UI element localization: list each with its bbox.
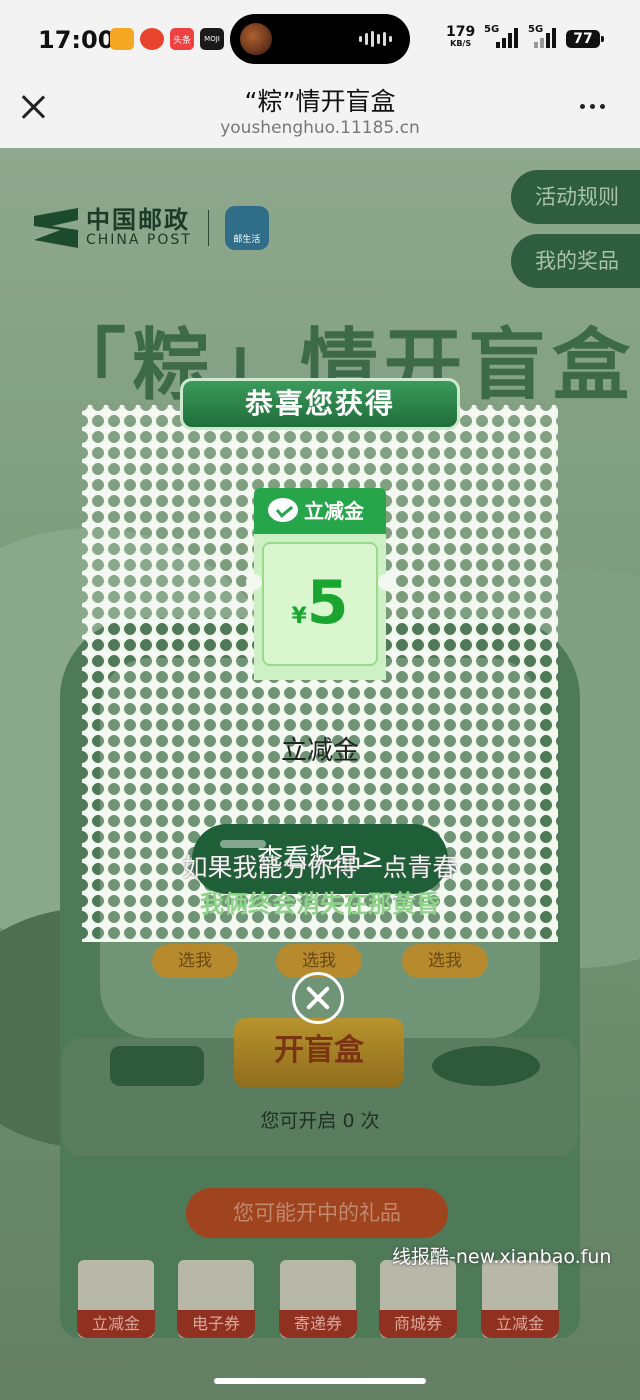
gift-label: 商城券: [379, 1310, 457, 1338]
video-app-icon: [110, 28, 134, 50]
browser-header: “粽”情开盲盒 youshenghuo.11185.cn: [0, 80, 640, 148]
dynamic-island: [230, 14, 410, 64]
more-icon[interactable]: [580, 104, 605, 109]
gift-label: 寄递券: [279, 1310, 357, 1338]
music-cover-icon: [240, 23, 272, 55]
signal-icon: 5G: [484, 24, 518, 48]
open-box-button[interactable]: 开盲盒: [234, 1018, 404, 1088]
watermark: 线报酷-new.xianbao.fun: [392, 1246, 612, 1268]
toutiao-app-icon: 头条: [170, 28, 194, 50]
select-button-3[interactable]: 选我: [402, 944, 488, 978]
prize-name: 立减金: [280, 736, 359, 766]
battery-icon: 77: [566, 30, 604, 48]
china-post-mark-icon: [34, 208, 78, 248]
moji-app-icon: MOJI: [200, 28, 224, 50]
network-speed-unit: KB/S: [450, 39, 472, 48]
open-count: 您可开启 0 次: [260, 1110, 380, 1132]
game-app-icon: [140, 28, 164, 50]
select-button-1[interactable]: 选我: [152, 944, 238, 978]
modal-title: 恭喜您获得: [180, 378, 460, 430]
my-prizes-button[interactable]: 我的奖品: [511, 234, 640, 288]
left-pad: [110, 1046, 204, 1086]
coupon-amount: ¥5: [254, 568, 386, 638]
signal-type-2: 5G: [528, 24, 544, 35]
coupon-body: ¥5: [246, 534, 394, 680]
gift-label: 立减金: [481, 1310, 559, 1338]
youshenghuo-app-icon: 邮生活: [224, 206, 269, 250]
logo-cn: 中国邮政: [86, 206, 190, 235]
lyric-overlay-line-2: 我俩终会消失在那黄昏: [200, 890, 440, 918]
china-post-logo: 中国邮政 CHINA POST 邮生活: [34, 206, 269, 250]
lyric-overlay-line-1: 如果我能分你得一点青春: [182, 853, 458, 882]
wechat-pay-icon: [268, 498, 298, 522]
gift-label: 立减金: [77, 1310, 155, 1338]
signal-type: 5G: [484, 24, 500, 35]
home-indicator[interactable]: [214, 1378, 426, 1384]
logo-en: CHINA POST: [86, 232, 192, 249]
rules-button[interactable]: 活动规则: [511, 170, 640, 224]
currency-symbol: ¥: [291, 604, 307, 629]
network-speed: 179 KB/S: [446, 25, 475, 50]
right-knob: [432, 1046, 540, 1086]
notification-icons: 头条 MOJI: [110, 28, 224, 50]
page-title: “粽”情开盲盒: [244, 87, 396, 116]
gift-label: 电子券: [177, 1310, 255, 1338]
audio-wave-icon: [359, 31, 392, 47]
logo-divider: [207, 210, 209, 246]
signal-icon-2: 5G: [528, 24, 556, 48]
coupon-card: 立减金 ¥5: [246, 488, 394, 680]
page-url: youshenghuo.11185.cn: [220, 118, 420, 138]
logo-app-label: 邮生活: [233, 235, 261, 245]
status-bar: 17:00 头条 MOJI 179 KB/S 5G 5G 77: [0, 0, 640, 80]
status-time: 17:00: [38, 26, 115, 54]
close-modal-icon[interactable]: [292, 972, 344, 1024]
gifts-title: 您可能开中的礼品: [186, 1188, 448, 1238]
amount-value: 5: [306, 568, 349, 638]
